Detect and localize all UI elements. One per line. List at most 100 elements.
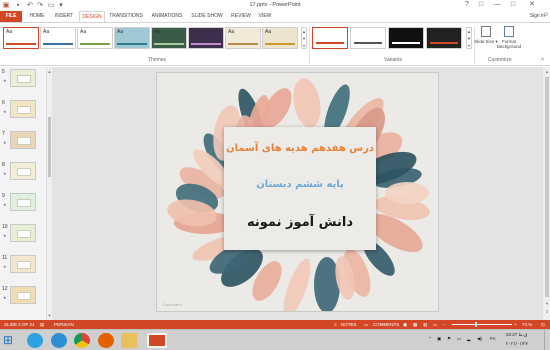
- zoom-in-icon[interactable]: +: [514, 320, 517, 329]
- theme-thumbnail[interactable]: Aa: [188, 27, 224, 49]
- undo-icon[interactable]: ↶: [26, 2, 34, 9]
- input-language[interactable]: FA: [490, 336, 496, 341]
- minimize-icon[interactable]: —: [490, 0, 504, 10]
- zoom-slider[interactable]: [452, 324, 512, 325]
- themes-group-label: Themes: [148, 57, 167, 63]
- slide-number: 12: [2, 286, 8, 292]
- scroll-thumb[interactable]: [545, 77, 549, 297]
- themes-gallery-scroll[interactable]: ▲ ▼ ▾: [301, 27, 307, 49]
- leaf-shape: [293, 78, 321, 128]
- show-desktop-button[interactable]: [544, 330, 545, 350]
- theme-thumbnail[interactable]: Aa: [151, 27, 187, 49]
- smiley-feedback-icon[interactable]: ☺: [543, 12, 549, 18]
- theme-accent-bar: [191, 43, 221, 45]
- slide-thumbnail[interactable]: [10, 131, 36, 149]
- tab-file[interactable]: FILE: [0, 11, 22, 22]
- start-button[interactable]: ⊞: [3, 333, 17, 347]
- telegram-icon[interactable]: [27, 333, 43, 348]
- variant-accent-bar: [430, 42, 458, 44]
- format-background-button[interactable]: Format Background: [496, 26, 522, 49]
- slide-counter: SLIDE 2 OF 21: [4, 322, 35, 327]
- scroll-thumb[interactable]: [48, 117, 51, 177]
- thumbnail-content: [17, 261, 31, 269]
- variant-thumbnail[interactable]: [426, 27, 462, 49]
- scroll-down-icon[interactable]: ▼: [544, 301, 550, 306]
- reading-view-icon[interactable]: ▥: [423, 320, 427, 329]
- customize-toolbar-icon[interactable]: ▾: [57, 2, 65, 9]
- transition-star-icon: ★: [3, 171, 7, 176]
- tray-show-hidden-icon[interactable]: ⌃: [428, 336, 432, 342]
- zoom-out-icon[interactable]: −: [443, 320, 446, 329]
- theme-thumbnail-label: Aa: [43, 29, 50, 35]
- slide-sorter-icon[interactable]: ▦: [413, 320, 417, 329]
- theme-thumbnail[interactable]: Aa: [114, 27, 150, 49]
- slide-thumbnail[interactable]: [10, 162, 36, 180]
- tray-app-icon[interactable]: ▣: [437, 336, 441, 342]
- slide-thumbnail[interactable]: [10, 100, 36, 118]
- internet-explorer-icon[interactable]: [51, 333, 67, 348]
- fit-slide-icon[interactable]: ⊡: [541, 320, 545, 329]
- slideshow-icon[interactable]: ▭: [47, 2, 55, 9]
- theme-thumbnail[interactable]: Aa: [40, 27, 76, 49]
- tab-animations[interactable]: ANIMATIONS: [149, 11, 185, 22]
- theme-accent-bar: [228, 43, 258, 45]
- spell-check-icon[interactable]: ▤: [40, 320, 44, 329]
- help-icon[interactable]: ?: [460, 0, 474, 10]
- theme-thumbnail[interactable]: Aa: [225, 27, 261, 49]
- comments-icon[interactable]: ▭: [364, 320, 368, 329]
- slide-thumbnail[interactable]: [10, 255, 36, 273]
- comments-button[interactable]: COMMENTS: [373, 320, 399, 329]
- network-icon[interactable]: ▂: [467, 336, 470, 342]
- collapse-ribbon-icon[interactable]: ˄: [541, 57, 544, 63]
- battery-icon[interactable]: ▭: [457, 336, 461, 342]
- redo-icon[interactable]: ↷: [36, 2, 44, 9]
- tab-transitions[interactable]: TRANSITIONS: [108, 11, 144, 22]
- file-explorer-icon[interactable]: [121, 333, 137, 348]
- zoom-level[interactable]: 74 %: [522, 320, 532, 329]
- tab-slide-show[interactable]: SLIDE SHOW: [190, 11, 224, 22]
- slide-scrollbar[interactable]: ▲ ▼ ⇞: [542, 67, 550, 320]
- variant-thumbnail[interactable]: [388, 27, 424, 49]
- close-icon[interactable]: ✕: [522, 0, 542, 10]
- clock-date[interactable]: ۲۰۲۱/۰۱/۲۷: [506, 341, 528, 347]
- slide-number: 8: [2, 162, 5, 168]
- tab-review[interactable]: REVIEW: [229, 11, 253, 22]
- theme-thumbnail-label: Aa: [6, 29, 13, 35]
- maximize-icon[interactable]: □: [506, 0, 520, 10]
- tab-view[interactable]: VIEW: [256, 11, 274, 22]
- clock-time[interactable]: 02:27 ق.ظ: [506, 332, 527, 338]
- slide-thumbnail[interactable]: [10, 224, 36, 242]
- slide-thumbnail[interactable]: [10, 286, 36, 304]
- variant-thumbnail[interactable]: [350, 27, 386, 49]
- title-card[interactable]: درس هفدهم هدیه های آسمان پایه ششم دبستان…: [224, 127, 376, 250]
- ribbon-display-options-icon[interactable]: □: [474, 0, 488, 10]
- theme-thumbnail[interactable]: Aa: [3, 27, 39, 49]
- slide-grade-text[interactable]: پایه ششم دبستان: [224, 179, 376, 190]
- notes-icon[interactable]: ≡: [334, 320, 337, 329]
- chrome-icon[interactable]: [74, 333, 90, 348]
- powerpoint-icon[interactable]: [147, 333, 167, 348]
- tab-home[interactable]: HOME: [26, 11, 48, 22]
- slide-title-text[interactable]: درس هفدهم هدیه های آسمان: [224, 143, 376, 154]
- theme-thumbnail[interactable]: Aa: [262, 27, 298, 49]
- language-indicator[interactable]: PERSIAN: [54, 320, 74, 329]
- slide-student-text[interactable]: دانش آموز نمونه: [224, 215, 376, 230]
- slide-thumbnail[interactable]: [10, 193, 36, 211]
- variant-thumbnail[interactable]: [312, 27, 348, 49]
- slide-show-view-icon[interactable]: ▭: [433, 320, 437, 329]
- normal-view-icon[interactable]: ▣: [403, 320, 407, 329]
- floppy-disk-icon[interactable]: ▪: [14, 2, 22, 9]
- variant-accent-bar: [354, 42, 382, 44]
- tab-insert[interactable]: INSERT: [52, 11, 76, 22]
- scroll-up-icon[interactable]: ▲: [544, 69, 550, 74]
- firefox-icon[interactable]: [98, 333, 114, 348]
- flag-icon[interactable]: ⚑: [447, 336, 451, 342]
- volume-icon[interactable]: ◀): [477, 336, 482, 342]
- previous-slide-icon[interactable]: ⇞: [544, 309, 550, 314]
- zoom-slider-handle[interactable]: [475, 322, 478, 327]
- notes-button[interactable]: NOTES: [341, 320, 357, 329]
- theme-thumbnail[interactable]: Aa: [77, 27, 113, 49]
- slide-thumbnail[interactable]: [10, 69, 36, 87]
- variants-gallery-scroll[interactable]: ▲ ▼ ▾: [466, 27, 472, 49]
- theme-thumbnail-label: Aa: [117, 29, 124, 35]
